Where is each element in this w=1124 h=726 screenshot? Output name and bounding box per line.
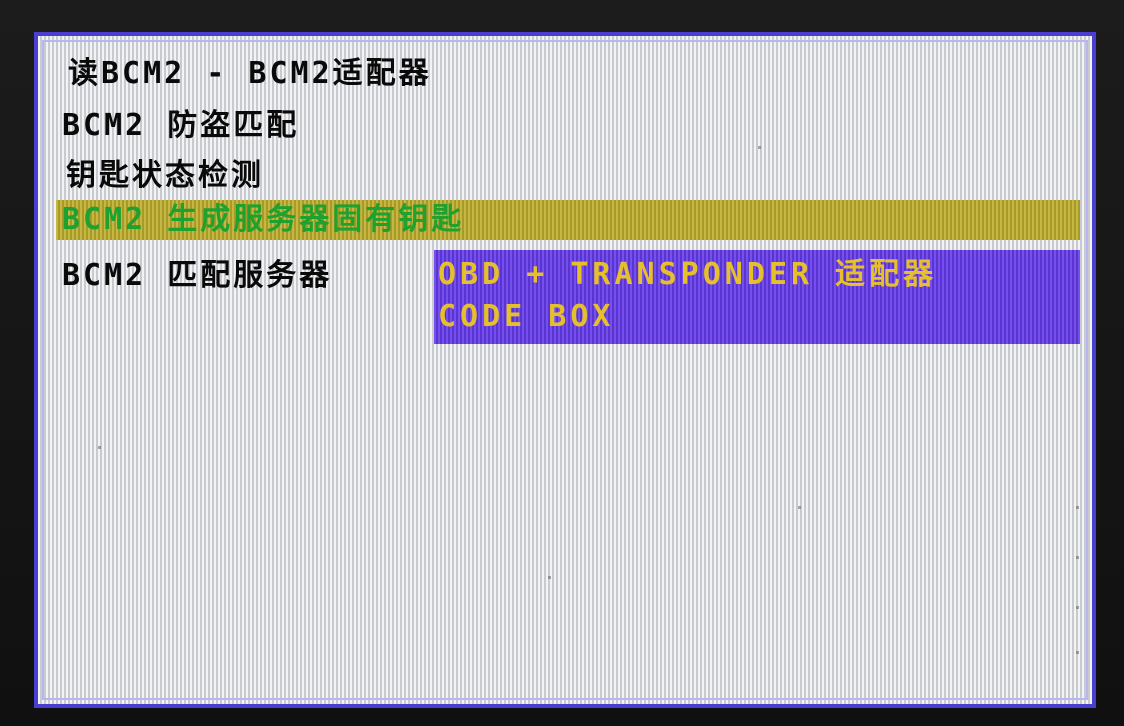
menu-item-generate-server-key-selected[interactable]: BCM2 生成服务器固有钥匙 — [56, 200, 1080, 240]
device-screen: 读BCM2 - BCM2适配器 BCM2 防盗匹配 钥匙状态检测 BCM2 生成… — [34, 32, 1096, 708]
menu-item-key-status-check[interactable]: 钥匙状态检测 — [66, 156, 264, 196]
menu-item-label: BCM2 匹配服务器 — [62, 258, 333, 293]
popup-line-code-box: CODE BOX — [438, 299, 615, 334]
menu-item-bcm2-server-pairing[interactable]: BCM2 匹配服务器 — [62, 256, 332, 296]
menu-item-read-bcm2[interactable]: 读BCM2 - BCM2适配器 — [68, 54, 432, 94]
popup-line-adapter: OBD + TRANSPONDER 适配器 — [438, 257, 938, 292]
menu-item-label: BCM2 生成服务器固有钥匙 — [62, 202, 465, 237]
menu-item-label: 钥匙状态检测 — [66, 158, 264, 193]
adapter-popup: OBD + TRANSPONDER 适配器 CODE BOX — [434, 250, 1080, 344]
menu-item-label: 读BCM2 - BCM2适配器 — [68, 56, 432, 91]
menu-item-label: BCM2 防盗匹配 — [62, 108, 300, 143]
menu-item-bcm2-immobilizer-pairing[interactable]: BCM2 防盗匹配 — [62, 106, 299, 146]
